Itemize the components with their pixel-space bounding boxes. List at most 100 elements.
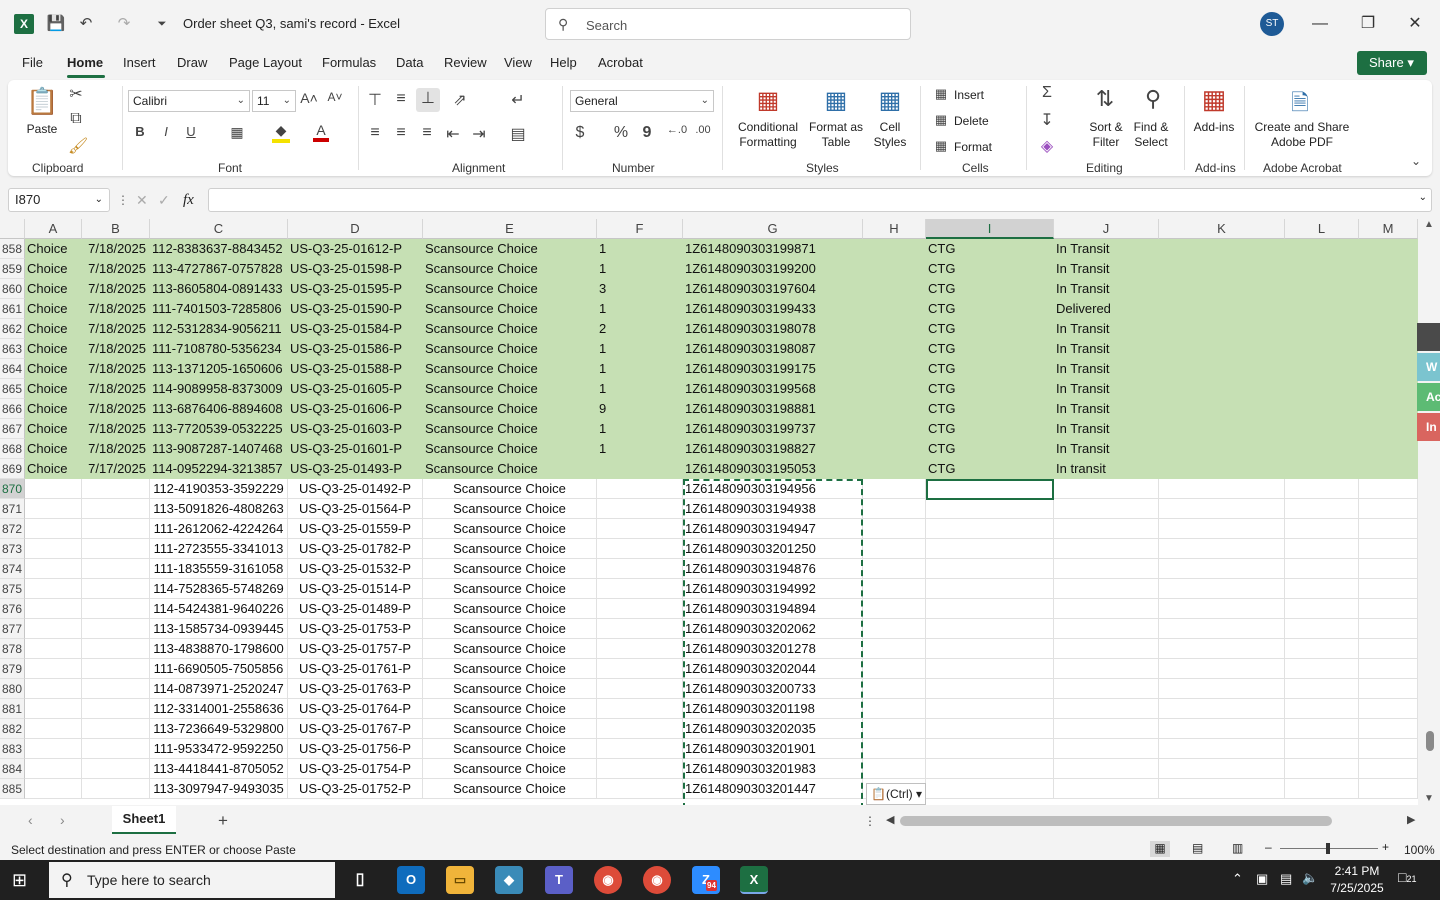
search-box[interactable]: ⚲ Search xyxy=(545,8,911,40)
create-pdf-icon[interactable]: 🗎 xyxy=(1286,86,1314,124)
cell-b885[interactable] xyxy=(82,779,150,799)
cell-g874[interactable]: 1Z6148090303194876 xyxy=(683,559,863,579)
cell-k872[interactable] xyxy=(1159,519,1285,539)
redo-icon[interactable]: ↷ xyxy=(114,14,134,34)
cell-h872[interactable] xyxy=(863,519,926,539)
cell-g871[interactable]: 1Z6148090303194938 xyxy=(683,499,863,519)
cell-g878[interactable]: 1Z6148090303201278 xyxy=(683,639,863,659)
vertical-scrollbar[interactable]: ▲ ▼ xyxy=(1418,219,1440,805)
cell-g861[interactable]: 1Z6148090303199433 xyxy=(683,299,863,319)
cell-j863[interactable]: In Transit xyxy=(1054,339,1159,359)
cell-l879[interactable] xyxy=(1285,659,1359,679)
align-top-icon[interactable]: ⊤ xyxy=(366,90,384,110)
taskbar-clock[interactable]: 2:41 PM 7/25/2025 xyxy=(1325,863,1389,897)
cell-f875[interactable] xyxy=(597,579,683,599)
cell-j868[interactable]: In Transit xyxy=(1054,439,1159,459)
merge-center-icon[interactable]: ▤ xyxy=(508,124,528,144)
cell-j874[interactable] xyxy=(1054,559,1159,579)
cell-d884[interactable]: US-Q3-25-01754-P xyxy=(288,759,423,779)
save-icon[interactable]: 💾 xyxy=(46,14,66,34)
cell-h877[interactable] xyxy=(863,619,926,639)
cell-m885[interactable] xyxy=(1359,779,1418,799)
delete-cells-icon[interactable]: ▦ xyxy=(932,112,950,128)
cell-f874[interactable] xyxy=(597,559,683,579)
cell-f862[interactable]: 2 xyxy=(597,319,683,339)
align-right-icon[interactable]: ≡ xyxy=(418,124,436,142)
cell-f866[interactable]: 9 xyxy=(597,399,683,419)
cell-h864[interactable] xyxy=(863,359,926,379)
font-color-icon[interactable]: A xyxy=(313,122,329,142)
cell-h873[interactable] xyxy=(863,539,926,559)
row-header[interactable]: 861 xyxy=(0,299,25,319)
column-header-l[interactable]: L xyxy=(1285,219,1359,239)
cell-b878[interactable] xyxy=(82,639,150,659)
font-name-combo[interactable]: Calibri ⌄ xyxy=(128,90,250,112)
undo-icon[interactable]: ↶ xyxy=(76,14,96,34)
cell-i881[interactable] xyxy=(926,699,1054,719)
conditional-formatting-button[interactable]: Conditional Formatting xyxy=(730,120,806,150)
side-flag-in[interactable]: In xyxy=(1417,413,1440,441)
cell-m863[interactable] xyxy=(1359,339,1418,359)
cell-d881[interactable]: US-Q3-25-01764-P xyxy=(288,699,423,719)
increase-indent-icon[interactable]: ⇥ xyxy=(470,124,488,144)
cell-i877[interactable] xyxy=(926,619,1054,639)
cell-d870[interactable]: US-Q3-25-01492-P xyxy=(288,479,423,499)
cell-m859[interactable] xyxy=(1359,259,1418,279)
cell-i869[interactable]: CTG xyxy=(926,459,1054,479)
cell-d885[interactable]: US-Q3-25-01752-P xyxy=(288,779,423,799)
cell-a881[interactable] xyxy=(25,699,82,719)
cell-h861[interactable] xyxy=(863,299,926,319)
format-cells-icon[interactable]: ▦ xyxy=(932,138,950,154)
cell-f858[interactable]: 1 xyxy=(597,239,683,259)
cell-g875[interactable]: 1Z6148090303194992 xyxy=(683,579,863,599)
cell-g870[interactable]: 1Z6148090303194956 xyxy=(683,479,863,499)
cell-l874[interactable] xyxy=(1285,559,1359,579)
cell-b873[interactable] xyxy=(82,539,150,559)
cell-f876[interactable] xyxy=(597,599,683,619)
cell-e872[interactable]: Scansource Choice xyxy=(423,519,597,539)
cell-d865[interactable]: US-Q3-25-01605-P xyxy=(288,379,423,399)
cell-f873[interactable] xyxy=(597,539,683,559)
cell-i875[interactable] xyxy=(926,579,1054,599)
cell-d879[interactable]: US-Q3-25-01761-P xyxy=(288,659,423,679)
cell-m870[interactable] xyxy=(1359,479,1418,499)
network-icon[interactable]: ▤ xyxy=(1280,871,1292,887)
split-handle-icon[interactable]: ⋮ xyxy=(864,814,876,828)
cell-i885[interactable] xyxy=(926,779,1054,799)
row-header[interactable]: 878 xyxy=(0,639,25,659)
cell-j860[interactable]: In Transit xyxy=(1054,279,1159,299)
cell-d863[interactable]: US-Q3-25-01586-P xyxy=(288,339,423,359)
row-header[interactable]: 865 xyxy=(0,379,25,399)
cell-a875[interactable] xyxy=(25,579,82,599)
cell-a885[interactable] xyxy=(25,779,82,799)
sheet-tab-sheet1[interactable]: Sheet1 xyxy=(112,806,176,834)
row-header[interactable]: 867 xyxy=(0,419,25,439)
cell-a878[interactable] xyxy=(25,639,82,659)
cell-b858[interactable]: 7/18/2025 xyxy=(82,239,150,259)
tab-review[interactable]: Review xyxy=(444,55,487,70)
cell-k868[interactable] xyxy=(1159,439,1285,459)
cell-k879[interactable] xyxy=(1159,659,1285,679)
cell-b863[interactable]: 7/18/2025 xyxy=(82,339,150,359)
select-all-corner[interactable] xyxy=(0,219,25,239)
cell-i884[interactable] xyxy=(926,759,1054,779)
underline-icon[interactable]: U xyxy=(183,124,199,139)
cell-l884[interactable] xyxy=(1285,759,1359,779)
cell-l883[interactable] xyxy=(1285,739,1359,759)
cell-e863[interactable]: Scansource Choice xyxy=(423,339,597,359)
cell-i873[interactable] xyxy=(926,539,1054,559)
align-left-icon[interactable]: ≡ xyxy=(366,124,384,142)
cell-l875[interactable] xyxy=(1285,579,1359,599)
cell-b882[interactable] xyxy=(82,719,150,739)
zoom-level[interactable]: 100% xyxy=(1404,843,1435,857)
cell-f863[interactable]: 1 xyxy=(597,339,683,359)
cell-i864[interactable]: CTG xyxy=(926,359,1054,379)
cell-e864[interactable]: Scansource Choice xyxy=(423,359,597,379)
cell-f884[interactable] xyxy=(597,759,683,779)
cell-m873[interactable] xyxy=(1359,539,1418,559)
cell-i862[interactable]: CTG xyxy=(926,319,1054,339)
page-break-view-icon[interactable]: ▥ xyxy=(1232,841,1243,855)
cell-l876[interactable] xyxy=(1285,599,1359,619)
cell-d878[interactable]: US-Q3-25-01757-P xyxy=(288,639,423,659)
cell-d876[interactable]: US-Q3-25-01489-P xyxy=(288,599,423,619)
